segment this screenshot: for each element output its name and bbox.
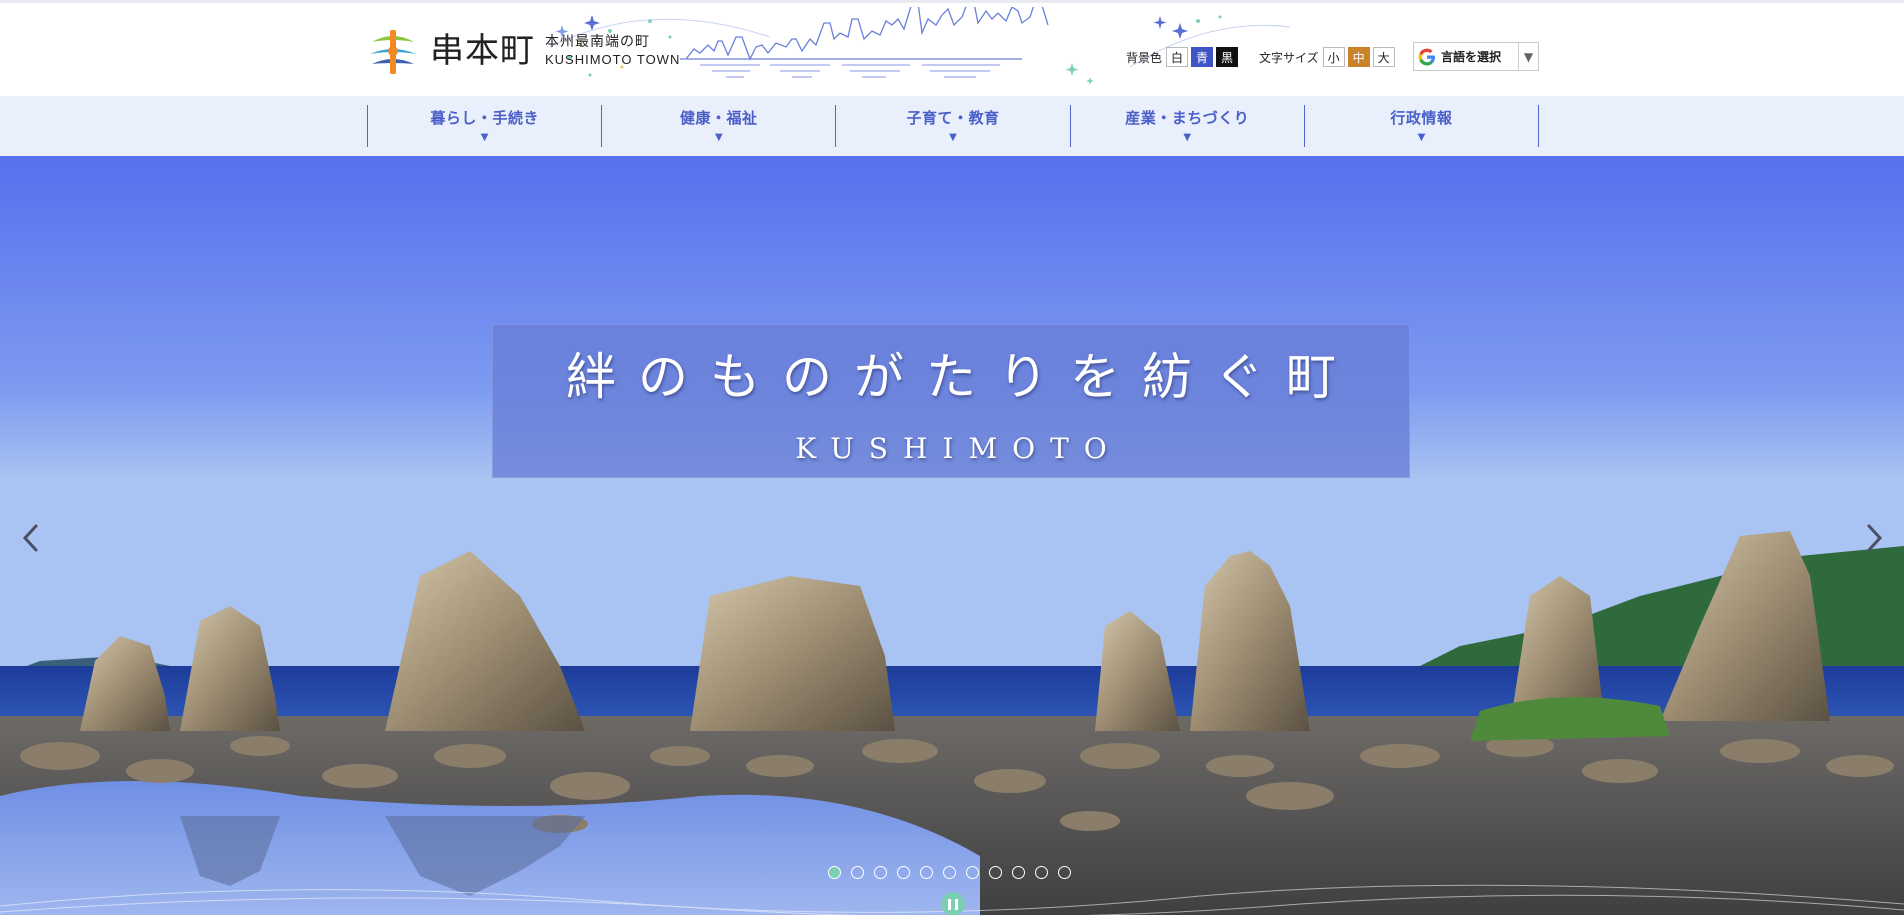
slide-prev-button[interactable] — [15, 518, 45, 558]
language-select-label: 言語を選択 — [1441, 50, 1502, 64]
accessibility-controls: 背景色 白 青 黒 文字サイズ 小 中 大 — [1126, 45, 1398, 69]
slide-dot[interactable] — [828, 866, 841, 879]
font-size-medium-button[interactable]: 中 — [1347, 47, 1370, 67]
nav-item-childcare-education[interactable]: 子育て・教育 ▼ — [836, 105, 1071, 147]
nav-item-living[interactable]: 暮らし・手続き ▼ — [368, 105, 603, 147]
slide-dot[interactable] — [920, 866, 933, 879]
chevron-down-icon: ▼ — [1518, 43, 1538, 70]
font-size-large-button[interactable]: 大 — [1372, 47, 1395, 67]
nav-item-health-welfare[interactable]: 健康・福祉 ▼ — [602, 105, 837, 147]
logo-subtitle: 本州最南端の町 KUSHIMOTO TOWN — [545, 34, 680, 68]
slide-dot[interactable] — [1058, 866, 1071, 879]
caret-down-icon: ▼ — [949, 132, 957, 143]
nav-item-industry-town-planning[interactable]: 産業・まちづくり ▼ — [1071, 105, 1305, 147]
slide-dot[interactable] — [1012, 866, 1025, 879]
chevron-right-icon — [1867, 524, 1883, 552]
slide-dot[interactable] — [989, 866, 1002, 879]
hero-title: 絆のものがたりを紡ぐ町 — [566, 348, 1358, 406]
bg-color-label: 背景色 — [1126, 50, 1163, 65]
hashigui-rocks-photo — [0, 156, 1904, 915]
global-nav: 暮らし・手続き ▼ 健康・福祉 ▼ 子育て・教育 ▼ 産業・まちづくり ▼ 行政… — [0, 96, 1904, 156]
nav-item-label: 子育て・教育 — [906, 109, 1000, 127]
slide-dot[interactable] — [943, 866, 956, 879]
nav-item-label: 産業・まちづくり — [1125, 109, 1250, 127]
slide-dot[interactable] — [851, 866, 864, 879]
font-size-label: 文字サイズ — [1259, 50, 1319, 65]
caret-down-icon: ▼ — [1183, 132, 1192, 143]
nav-item-label: 健康・福祉 — [680, 109, 758, 127]
caret-down-icon: ▼ — [1417, 132, 1426, 143]
global-nav-menu: 暮らし・手続き ▼ 健康・福祉 ▼ 子育て・教育 ▼ 産業・まちづくり ▼ 行政… — [367, 105, 1540, 147]
nav-item-administration[interactable]: 行政情報 ▼ — [1305, 105, 1540, 147]
pause-icon — [948, 898, 951, 910]
slide-dot[interactable] — [1035, 866, 1048, 879]
language-select[interactable]: 言語を選択 ▼ — [1413, 42, 1539, 71]
caret-down-icon: ▼ — [714, 132, 723, 143]
kushimoto-emblem-icon — [370, 30, 416, 74]
bg-color-black-button[interactable]: 黒 — [1216, 47, 1239, 67]
hero-catchphrase-panel: 絆のものがたりを紡ぐ町 KUSHIMOTO — [492, 324, 1410, 478]
logo-subtitle-ja: 本州最南端の町 — [545, 34, 650, 51]
google-logo-icon — [1418, 48, 1435, 65]
slide-next-button[interactable] — [1860, 518, 1890, 558]
bg-color-blue-button[interactable]: 青 — [1191, 47, 1214, 67]
hero-slideshow: 絆のものがたりを紡ぐ町 KUSHIMOTO — [0, 156, 1904, 915]
logo-subtitle-en: KUSHIMOTO TOWN — [545, 51, 681, 67]
nav-item-label: 暮らし・手続き — [430, 109, 539, 127]
bg-color-white-button[interactable]: 白 — [1166, 47, 1189, 67]
logo-town-name: 串本町 — [430, 31, 535, 71]
slide-dot[interactable] — [897, 866, 910, 879]
font-size-small-button[interactable]: 小 — [1322, 47, 1345, 67]
site-logo[interactable]: 串本町 本州最南端の町 KUSHIMOTO TOWN — [366, 23, 680, 79]
site-header: 串本町 本州最南端の町 KUSHIMOTO TOWN 背景色 白 青 黒 文字サ… — [0, 3, 1904, 96]
slide-pause-button[interactable] — [941, 892, 965, 915]
nav-item-label: 行政情報 — [1390, 109, 1453, 127]
slide-dot[interactable] — [966, 866, 979, 879]
slide-dot[interactable] — [874, 866, 887, 879]
caret-down-icon: ▼ — [480, 132, 489, 143]
hero-subtitle: KUSHIMOTO — [795, 432, 1122, 465]
slide-pagination — [828, 866, 1081, 882]
chevron-left-icon — [22, 524, 38, 552]
